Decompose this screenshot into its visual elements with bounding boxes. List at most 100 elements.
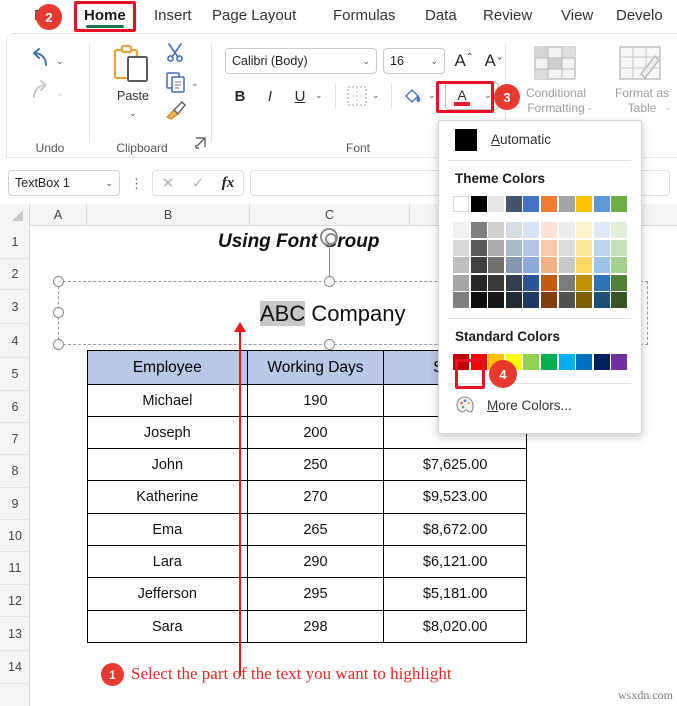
theme-variant-swatch-0-1[interactable] — [453, 239, 469, 256]
tab-formulas[interactable]: Formulas — [327, 2, 402, 30]
theme-variant-swatch-2-3[interactable] — [488, 274, 505, 291]
font-name-combobox[interactable]: Calibri (Body) ⌄ — [225, 48, 377, 74]
font-size-combobox[interactable]: 16 ⌄ — [383, 48, 445, 74]
theme-variant-swatch-5-0[interactable] — [541, 222, 557, 238]
cut-button[interactable] — [165, 42, 185, 67]
paste-button[interactable] — [109, 42, 155, 93]
theme-variant-swatch-3-0[interactable] — [505, 222, 522, 238]
automatic-color-item[interactable]: Automatic — [439, 121, 641, 158]
column-header-a[interactable]: A — [30, 204, 87, 226]
theme-variant-swatch-2-0[interactable] — [488, 222, 505, 238]
theme-variant-swatch-6-3[interactable] — [558, 274, 575, 291]
enter-check-icon[interactable]: ✓ — [192, 174, 205, 192]
theme-variant-swatch-1-4[interactable] — [470, 292, 487, 309]
theme-variant-swatch-0-0[interactable] — [453, 222, 469, 238]
theme-color-swatch-8[interactable] — [593, 196, 610, 212]
theme-variant-swatch-6-2[interactable] — [558, 257, 575, 274]
row-header-12[interactable]: 12 — [0, 585, 30, 617]
row-header-3[interactable]: 3 — [0, 290, 30, 324]
theme-variant-swatch-0-4[interactable] — [453, 292, 469, 309]
theme-variant-swatch-8-4[interactable] — [593, 292, 610, 309]
theme-variant-swatch-3-2[interactable] — [505, 257, 522, 274]
paste-dropdown-chevron[interactable]: ⌄ — [129, 108, 137, 119]
standard-color-swatch-0[interactable] — [453, 354, 469, 370]
theme-color-swatch-1[interactable] — [470, 196, 487, 212]
theme-variant-swatch-8-1[interactable] — [593, 239, 610, 256]
standard-color-swatch-9[interactable] — [611, 354, 628, 370]
table-row[interactable]: John 250 $7,625.00 — [87, 448, 527, 481]
redo-button[interactable] — [27, 78, 53, 102]
standard-color-swatch-4[interactable] — [523, 354, 540, 370]
tab-insert[interactable]: Insert — [148, 2, 198, 30]
theme-variant-swatch-4-1[interactable] — [523, 239, 540, 256]
conditional-formatting-button[interactable] — [534, 46, 576, 85]
column-header-c[interactable]: C — [250, 204, 410, 226]
select-all-corner[interactable] — [0, 204, 30, 226]
theme-variant-swatch-1-0[interactable] — [470, 222, 487, 238]
theme-color-swatch-2[interactable] — [488, 196, 505, 212]
theme-variant-swatch-8-2[interactable] — [593, 257, 610, 274]
standard-color-swatch-6[interactable] — [558, 354, 575, 370]
fill-color-dropdown-chevron[interactable]: ⌄ — [428, 90, 436, 101]
standard-color-swatch-1[interactable] — [470, 354, 487, 370]
borders-button[interactable] — [347, 86, 367, 111]
theme-variant-swatch-5-4[interactable] — [541, 292, 557, 309]
theme-variant-swatch-9-1[interactable] — [611, 239, 628, 256]
tab-view[interactable]: View — [555, 2, 599, 30]
theme-color-swatch-3[interactable] — [505, 196, 522, 212]
theme-variant-swatch-9-0[interactable] — [611, 222, 628, 238]
row-header-6[interactable]: 6 — [0, 391, 30, 423]
textbox-content[interactable]: ABC Company — [260, 301, 406, 327]
table-row[interactable]: Sara 298 $8,020.00 — [87, 610, 527, 643]
theme-variant-swatch-1-3[interactable] — [470, 274, 487, 291]
theme-variant-swatch-1-2[interactable] — [470, 257, 487, 274]
theme-color-swatch-7[interactable] — [576, 196, 593, 212]
table-row[interactable]: Jefferson 295 $5,181.00 — [87, 577, 527, 611]
formula-bar-more-icon[interactable]: ⋮ — [130, 176, 143, 192]
theme-variant-swatch-6-4[interactable] — [558, 292, 575, 309]
table-row[interactable]: Ema 265 $8,672.00 — [87, 513, 527, 546]
theme-variant-swatch-3-4[interactable] — [505, 292, 522, 309]
theme-variant-swatch-7-0[interactable] — [576, 222, 593, 238]
tab-data[interactable]: Data — [419, 2, 463, 30]
undo-dropdown-chevron[interactable]: ⌄ — [56, 56, 64, 67]
format-as-table-chevron[interactable]: ⌄ — [664, 102, 672, 113]
resize-handle-top-left[interactable] — [53, 276, 64, 287]
tab-page-layout[interactable]: Page Layout — [206, 2, 302, 30]
table-row[interactable]: Katherine 270 $9,523.00 — [87, 480, 527, 514]
theme-variant-swatch-3-1[interactable] — [505, 239, 522, 256]
bold-button[interactable]: B — [229, 84, 251, 108]
column-header-b[interactable]: B — [87, 204, 250, 226]
row-header-14[interactable]: 14 — [0, 651, 30, 684]
theme-variant-swatch-9-2[interactable] — [611, 257, 628, 274]
increase-font-size-button[interactable]: A⌃ — [451, 48, 477, 74]
theme-variant-swatch-1-1[interactable] — [470, 239, 487, 256]
row-header-4[interactable]: 4 — [0, 324, 30, 358]
theme-color-swatch-5[interactable] — [541, 196, 557, 212]
theme-variant-swatch-6-1[interactable] — [558, 239, 575, 256]
row-header-10[interactable]: 10 — [0, 520, 30, 552]
resize-handle-bottom-center[interactable] — [324, 339, 335, 350]
standard-color-swatch-5[interactable] — [541, 354, 557, 370]
tab-developer[interactable]: Develo — [610, 2, 669, 30]
theme-variant-swatch-2-2[interactable] — [488, 257, 505, 274]
theme-variant-swatch-4-4[interactable] — [523, 292, 540, 309]
row-header-2[interactable]: 2 — [0, 259, 30, 290]
row-header-8[interactable]: 8 — [0, 455, 30, 488]
theme-color-swatch-9[interactable] — [611, 196, 628, 212]
more-colors-item[interactable]: More Colors... — [455, 395, 572, 415]
row-header-9[interactable]: 9 — [0, 488, 30, 520]
theme-variant-swatch-5-3[interactable] — [541, 274, 557, 291]
theme-variant-swatch-9-3[interactable] — [611, 274, 628, 291]
format-painter-button[interactable] — [165, 100, 187, 125]
theme-variant-swatch-2-1[interactable] — [488, 239, 505, 256]
fx-icon[interactable]: fx — [222, 175, 235, 192]
clipboard-dialog-launcher[interactable] — [195, 136, 207, 154]
name-box[interactable]: TextBox 1 ⌄ — [8, 170, 120, 196]
italic-button[interactable]: I — [259, 84, 281, 108]
theme-variant-swatch-5-2[interactable] — [541, 257, 557, 274]
theme-variant-swatch-5-1[interactable] — [541, 239, 557, 256]
theme-variant-swatch-0-3[interactable] — [453, 274, 469, 291]
underline-button[interactable]: U — [289, 84, 311, 108]
theme-variant-swatch-4-3[interactable] — [523, 274, 540, 291]
